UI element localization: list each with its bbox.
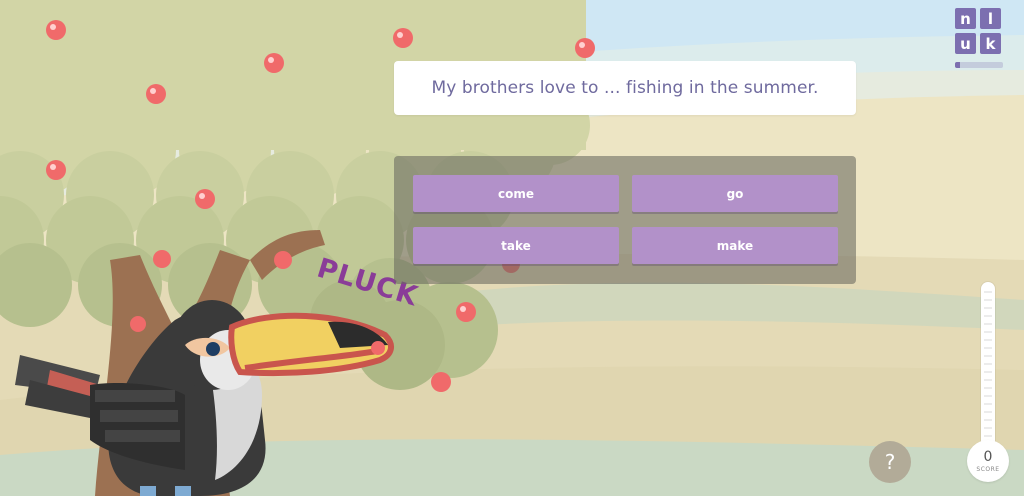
score-display: 0 SCORE bbox=[967, 440, 1009, 482]
toucan-character bbox=[15, 300, 394, 496]
logo-letter-u: u bbox=[955, 33, 976, 54]
help-icon: ? bbox=[884, 450, 896, 474]
logo-letter-k: k bbox=[980, 33, 1001, 54]
score-label: SCORE bbox=[976, 465, 1000, 473]
question-prompt: My brothers love to ... fishing in the s… bbox=[394, 61, 856, 115]
score-meter-ticks bbox=[984, 291, 992, 437]
answer-button-go[interactable]: go bbox=[632, 175, 838, 212]
answer-button-come[interactable]: come bbox=[413, 175, 619, 212]
score-value: 0 bbox=[983, 448, 993, 465]
help-button[interactable]: ? bbox=[869, 441, 911, 483]
answer-button-take[interactable]: take bbox=[413, 227, 619, 264]
answer-panel: come go take make bbox=[394, 156, 856, 284]
logo-letter-n: n bbox=[955, 8, 976, 29]
level-progress-fill bbox=[955, 62, 960, 68]
score-meter bbox=[981, 282, 995, 444]
nluk-logo: n l u k bbox=[955, 8, 1003, 56]
answer-button-make[interactable]: make bbox=[632, 227, 838, 264]
logo-letter-l: l bbox=[980, 8, 1001, 29]
question-text: My brothers love to ... fishing in the s… bbox=[431, 78, 819, 98]
level-progress-bar bbox=[955, 62, 1003, 68]
